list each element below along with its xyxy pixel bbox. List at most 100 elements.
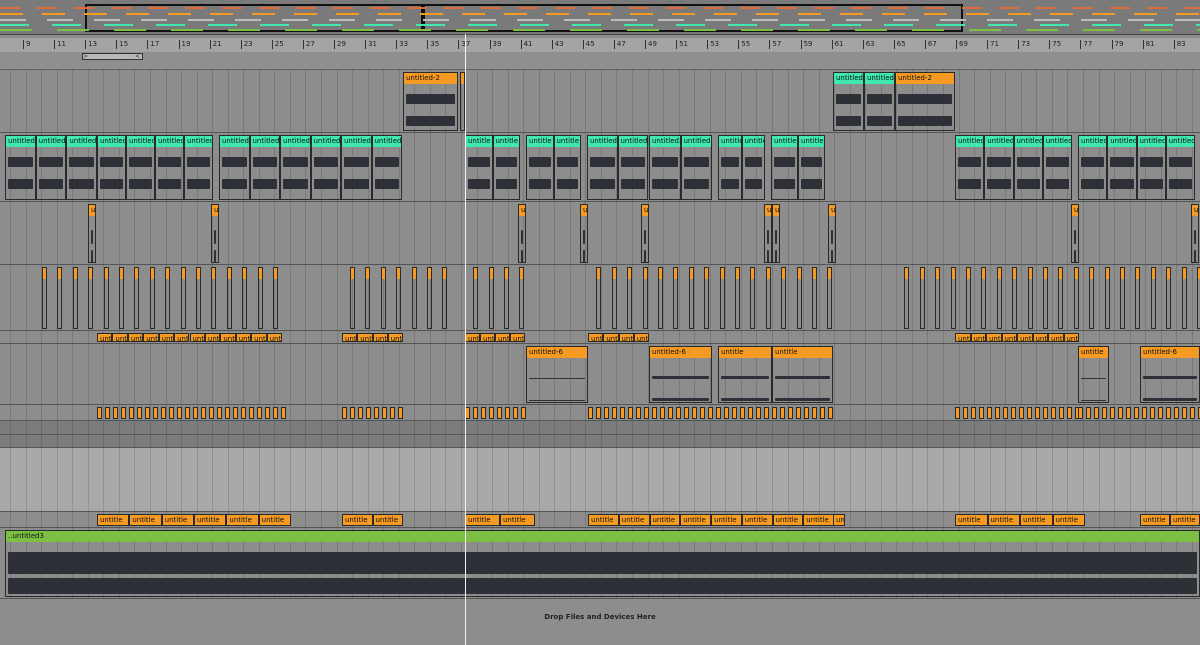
audio-clip[interactable]: untitled2 xyxy=(617,135,648,200)
playhead[interactable] xyxy=(465,34,466,645)
audio-clip[interactable] xyxy=(995,407,1000,419)
audio-clip[interactable] xyxy=(257,407,262,419)
audio-clip[interactable] xyxy=(684,407,689,419)
track-lane-9[interactable] xyxy=(0,435,1200,448)
audio-clip[interactable] xyxy=(604,407,609,419)
audio-clip[interactable] xyxy=(177,407,182,419)
audio-clip[interactable] xyxy=(804,407,809,419)
audio-clip[interactable] xyxy=(497,407,502,419)
audio-clip[interactable]: unti xyxy=(633,333,649,342)
audio-clip[interactable]: u xyxy=(518,204,526,263)
audio-clip[interactable] xyxy=(211,267,217,329)
audio-clip[interactable]: untitle xyxy=(372,514,403,526)
audio-clip[interactable] xyxy=(72,267,78,329)
audio-clip[interactable]: untitled-6 xyxy=(526,346,588,403)
audio-clip[interactable] xyxy=(716,407,721,419)
audio-clip[interactable]: unti xyxy=(251,333,267,342)
audio-clip[interactable]: untitled2 xyxy=(680,135,712,200)
automation-lane[interactable] xyxy=(0,448,1200,512)
audio-clip[interactable] xyxy=(636,407,641,419)
audio-clip[interactable] xyxy=(137,407,142,419)
loop-brace[interactable]: > < xyxy=(82,53,143,60)
audio-clip[interactable] xyxy=(473,267,479,329)
audio-clip[interactable] xyxy=(611,267,617,329)
audio-clip[interactable] xyxy=(963,407,968,419)
audio-clip[interactable] xyxy=(781,267,787,329)
audio-clip[interactable] xyxy=(281,407,286,419)
audio-clip[interactable]: unti xyxy=(1048,333,1064,342)
audio-clip[interactable] xyxy=(652,407,657,419)
audio-clip[interactable]: unti xyxy=(189,333,205,342)
audio-clip[interactable] xyxy=(374,407,379,419)
audio-clip[interactable]: untitle xyxy=(1140,514,1170,526)
audio-clip[interactable] xyxy=(225,407,230,419)
audio-clip[interactable] xyxy=(1120,267,1125,329)
audio-clip[interactable]: unti xyxy=(588,333,604,342)
audio-clip[interactable]: untitle xyxy=(492,135,520,200)
audio-clip[interactable] xyxy=(704,267,710,329)
audio-clip[interactable] xyxy=(129,407,134,419)
audio-clip[interactable]: untitled2 xyxy=(219,135,250,200)
audio-clip[interactable]: untitled2 xyxy=(280,135,311,200)
audio-clip[interactable]: unti xyxy=(372,333,388,342)
audio-clip[interactable]: untitled2 xyxy=(1136,135,1166,200)
arrangement-view[interactable]: untitled-2untitled2untitled2untitled-2un… xyxy=(0,70,1200,645)
audio-clip[interactable] xyxy=(473,407,478,419)
audio-clip[interactable]: untitled2 xyxy=(1042,135,1072,200)
audio-clip[interactable] xyxy=(398,407,403,419)
audio-clip[interactable]: untitle xyxy=(798,135,825,200)
audio-clip[interactable] xyxy=(257,267,263,329)
audio-clip[interactable] xyxy=(1142,407,1147,419)
audio-clip[interactable] xyxy=(358,407,363,419)
audio-clip[interactable] xyxy=(350,407,355,419)
audio-clip[interactable] xyxy=(119,267,124,329)
audio-clip[interactable]: untitled2 xyxy=(587,135,618,200)
audio-clip[interactable]: unti xyxy=(204,333,221,342)
audio-clip[interactable]: untitle xyxy=(618,514,650,526)
audio-clip[interactable]: u xyxy=(828,204,836,263)
audio-clip[interactable]: untitled2 xyxy=(97,135,126,200)
audio-clip[interactable] xyxy=(588,407,593,419)
audio-clip[interactable] xyxy=(519,267,525,329)
audio-clip[interactable]: untitled2 xyxy=(649,135,681,200)
audio-clip[interactable] xyxy=(772,407,777,419)
audio-clip[interactable] xyxy=(1126,407,1131,419)
audio-clip[interactable] xyxy=(827,267,833,329)
audio-clip[interactable] xyxy=(488,267,494,329)
audio-clip[interactable] xyxy=(504,267,509,329)
audio-clip[interactable] xyxy=(113,407,118,419)
audio-clip[interactable] xyxy=(103,267,109,329)
audio-clip[interactable] xyxy=(265,407,270,419)
audio-clip[interactable] xyxy=(904,267,910,329)
audio-clip[interactable] xyxy=(1067,407,1072,419)
audio-clip[interactable] xyxy=(1190,407,1195,419)
audio-clip[interactable] xyxy=(596,267,602,329)
arrangement-overview[interactable] xyxy=(0,0,1200,35)
audio-clip[interactable] xyxy=(153,407,158,419)
audio-clip[interactable] xyxy=(145,407,150,419)
audio-clip[interactable]: untitled2 xyxy=(1078,135,1108,200)
audio-clip[interactable]: untitled2 xyxy=(1165,135,1195,200)
audio-clip[interactable]: untitle xyxy=(1170,514,1200,526)
audio-clip[interactable] xyxy=(481,407,486,419)
audio-clip[interactable]: un xyxy=(833,514,845,526)
audio-clip[interactable]: unti xyxy=(342,333,358,342)
audio-clip[interactable]: untitle xyxy=(772,346,833,403)
audio-clip[interactable] xyxy=(193,407,198,419)
audio-clip[interactable] xyxy=(427,267,432,329)
audio-clip[interactable]: unti xyxy=(158,333,175,342)
audio-clip[interactable] xyxy=(732,407,737,419)
audio-clip[interactable]: untitle xyxy=(649,514,681,526)
audio-clip[interactable] xyxy=(121,407,126,419)
audio-clip[interactable] xyxy=(233,407,238,419)
audio-clip[interactable]: untitle xyxy=(711,514,742,526)
audio-clip[interactable] xyxy=(1043,267,1048,329)
audio-clip[interactable] xyxy=(1027,267,1033,329)
audio-clip[interactable] xyxy=(1058,267,1064,329)
audio-clip[interactable] xyxy=(660,407,665,419)
audio-clip[interactable]: untitle xyxy=(1078,346,1109,403)
audio-clip[interactable] xyxy=(1012,267,1018,329)
audio-clip[interactable]: untitled2 xyxy=(371,135,402,200)
audio-clip[interactable] xyxy=(1150,267,1156,329)
audio-clip[interactable] xyxy=(242,267,248,329)
